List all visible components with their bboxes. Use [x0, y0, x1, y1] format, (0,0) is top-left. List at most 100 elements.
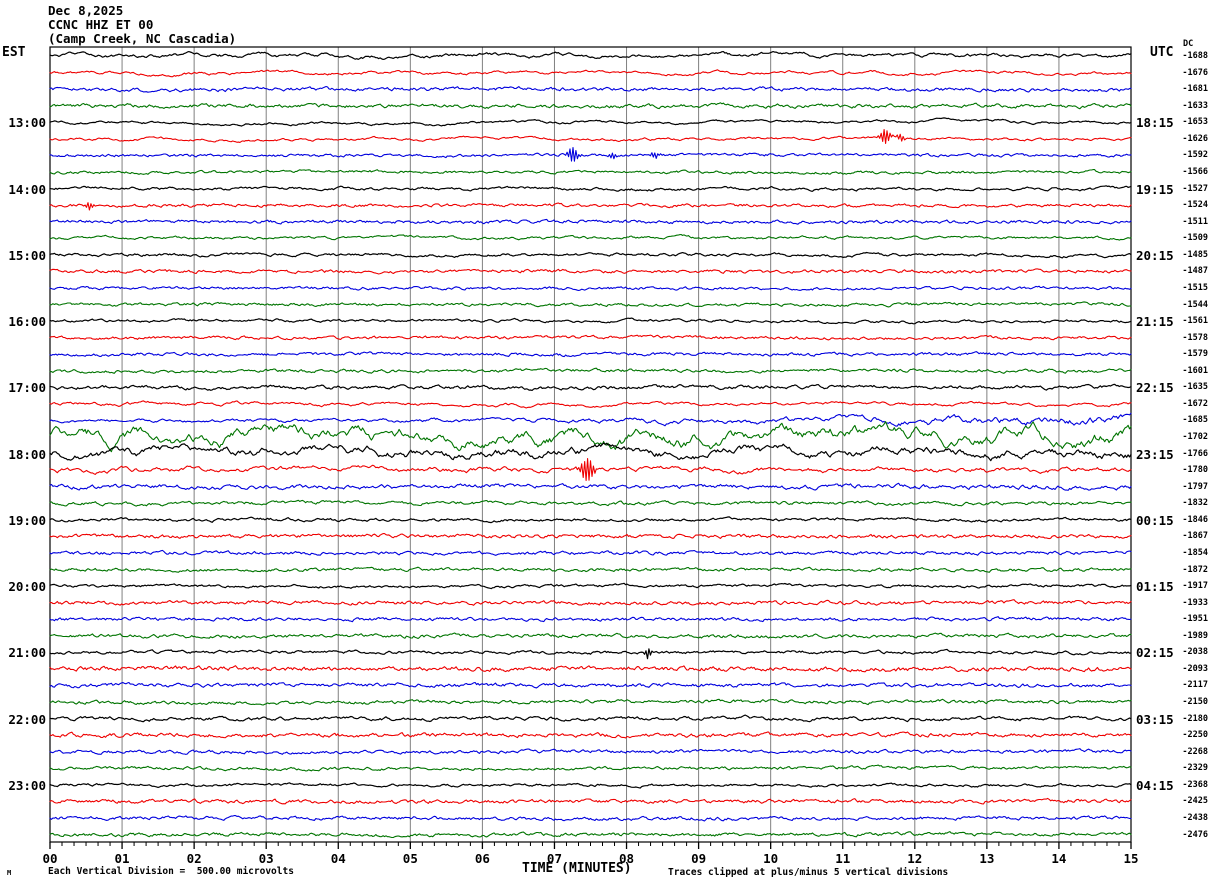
seismo-trace-black: [49, 185, 1132, 192]
x-tick-label: 03: [258, 851, 274, 866]
dc-value-label: -1672: [1182, 398, 1208, 409]
dc-value-label: -1854: [1182, 547, 1208, 558]
dc-value-label: -1633: [1182, 100, 1208, 111]
dc-value-label: -1579: [1182, 349, 1208, 360]
dc-value-label: -1509: [1182, 233, 1208, 244]
dc-value-label: -1989: [1182, 630, 1208, 641]
seismo-trace-blue: [49, 549, 1132, 556]
seismo-trace-red: [49, 69, 1132, 78]
dc-value-label: -1688: [1182, 51, 1208, 62]
dc-value-label: -1635: [1182, 382, 1208, 393]
x-axis-title: TIME (MINUTES): [522, 861, 632, 876]
est-time-label: 22:00: [8, 711, 46, 727]
dc-value-label: -1933: [1182, 597, 1208, 608]
footer-m-glyph: M: [7, 869, 12, 877]
dc-value-label: -1676: [1182, 67, 1208, 78]
utc-time-label: 23:15: [1136, 446, 1174, 462]
x-tick-label: 01: [114, 851, 130, 866]
utc-time-label: 20:15: [1136, 247, 1174, 263]
dc-value-label: -2268: [1182, 746, 1208, 757]
dc-value-label: -1578: [1182, 332, 1208, 343]
est-time-label: 15:00: [8, 247, 46, 263]
dc-value-label: -1592: [1182, 150, 1208, 161]
seismo-trace-green: [49, 764, 1132, 772]
utc-time-label: 18:15: [1136, 115, 1174, 131]
seismo-trace-green: [49, 168, 1132, 175]
seismo-trace-red: [49, 458, 1132, 482]
dc-value-label: -2368: [1182, 779, 1208, 790]
dc-value-label: -2425: [1182, 796, 1208, 807]
seismo-trace-red: [49, 129, 1132, 144]
dc-value-label: -1485: [1182, 249, 1208, 260]
seismo-trace-red: [49, 202, 1132, 211]
est-time-label: 13:00: [8, 115, 46, 131]
dc-value-label: -2117: [1182, 680, 1208, 691]
x-tick-label: 12: [907, 851, 923, 866]
dc-value-label: -1951: [1182, 614, 1208, 625]
seismo-trace-red: [49, 334, 1132, 341]
seismo-trace-blue: [49, 218, 1132, 225]
dc-value-label: -1601: [1182, 365, 1208, 376]
x-tick-label: 13: [979, 851, 995, 866]
dc-value-label: -2329: [1182, 763, 1208, 774]
dc-value-label: -1626: [1182, 133, 1208, 144]
seismo-trace-green: [49, 831, 1132, 839]
seismo-trace-blue: [49, 482, 1132, 491]
dc-value-label: -1524: [1182, 200, 1208, 211]
dc-value-label: -1511: [1182, 216, 1208, 227]
est-time-label: 21:00: [8, 645, 46, 661]
seismo-trace-red: [49, 400, 1132, 409]
x-tick-label: 14: [1051, 851, 1067, 866]
x-tick-label: 00: [42, 851, 58, 866]
seismo-trace-green: [49, 499, 1132, 507]
seismo-trace-black: [49, 50, 1132, 61]
x-tick-label: 11: [835, 851, 851, 866]
dc-value-label: -1653: [1182, 117, 1208, 128]
utc-time-label: 02:15: [1136, 645, 1174, 661]
est-time-label: 23:00: [8, 777, 46, 793]
utc-time-label: 22:15: [1136, 380, 1174, 396]
dc-value-label: -1561: [1182, 316, 1208, 327]
est-time-label: 14:00: [8, 181, 46, 197]
seismo-trace-black: [49, 714, 1132, 723]
dc-value-label: -1867: [1182, 531, 1208, 542]
seismo-trace-green: [49, 233, 1132, 241]
dc-value-label: -1681: [1182, 84, 1208, 95]
dc-value-label: -1797: [1182, 481, 1208, 492]
dc-value-label: -2180: [1182, 713, 1208, 724]
x-tick-label: 06: [474, 851, 490, 866]
seismo-trace-green: [49, 102, 1132, 110]
dc-value-label: -1527: [1182, 183, 1208, 194]
seismo-trace-black: [49, 516, 1132, 524]
dc-value-label: -2250: [1182, 730, 1208, 741]
footer-clip-note: Traces clipped at plus/minus 5 vertical …: [668, 867, 949, 878]
seismo-trace-green: [49, 566, 1132, 573]
seismo-trace-blue: [49, 351, 1132, 358]
utc-time-label: 04:15: [1136, 777, 1174, 793]
seismo-trace-green: [49, 632, 1132, 640]
seismo-trace-blue: [49, 748, 1132, 755]
seismo-trace-black: [49, 442, 1132, 462]
dc-value-label: -1515: [1182, 282, 1208, 293]
dc-value-label: -1544: [1182, 299, 1208, 310]
dc-value-label: -1872: [1182, 564, 1208, 575]
dc-value-label: -1487: [1182, 266, 1208, 277]
x-tick-label: 10: [763, 851, 779, 866]
x-tick-label: 02: [186, 851, 202, 866]
seismo-trace-black: [49, 383, 1132, 391]
utc-time-label: 03:15: [1136, 711, 1174, 727]
est-time-label: 16:00: [8, 314, 46, 330]
seismo-trace-blue: [49, 412, 1132, 427]
dc-value-label: -1780: [1182, 465, 1208, 476]
seismo-trace-red: [49, 599, 1132, 606]
seismo-trace-blue: [49, 616, 1132, 623]
dc-value-label: -1846: [1182, 514, 1208, 525]
dc-value-label: -2093: [1182, 663, 1208, 674]
seismo-trace-blue: [49, 147, 1132, 162]
x-tick-label: 04: [330, 851, 346, 866]
seismo-trace-black: [49, 582, 1132, 590]
est-time-label: 19:00: [8, 512, 46, 528]
dc-value-label: -1766: [1182, 448, 1208, 459]
est-time-label: 20:00: [8, 579, 46, 595]
x-tick-label: 09: [691, 851, 707, 866]
